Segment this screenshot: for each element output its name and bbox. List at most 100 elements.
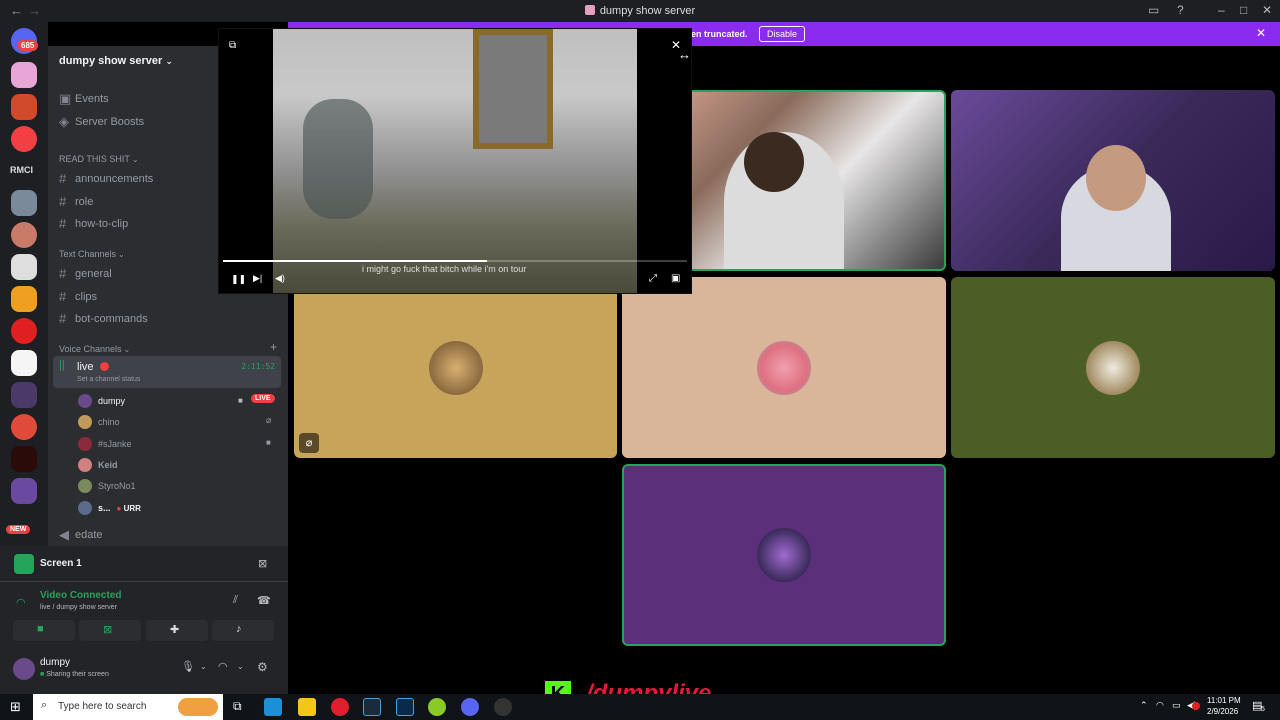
- server-icon-12[interactable]: [11, 446, 37, 472]
- chevron-down-icon[interactable]: ⌄: [200, 662, 207, 671]
- channel-bot-commands[interactable]: # bot-commands: [59, 311, 148, 326]
- minimize-icon[interactable]: –: [1218, 3, 1225, 17]
- video-tile-chino[interactable]: ⌀: [294, 277, 617, 458]
- camera-button[interactable]: ■: [13, 620, 75, 641]
- voice-user-styrono1[interactable]: StyroNo1: [78, 479, 136, 493]
- server-icon-2[interactable]: [11, 94, 37, 120]
- rotate-icon[interactable]: ⤢: [649, 273, 657, 284]
- windows-start-icon[interactable]: ⊞: [10, 699, 21, 715]
- server-icon-3[interactable]: [11, 126, 37, 152]
- voice-user-keid[interactable]: Keid: [78, 458, 118, 472]
- maximize-icon[interactable]: □: [1240, 3, 1247, 17]
- voice-user-janke[interactable]: #sJanke: [78, 437, 132, 451]
- voice-user-chino[interactable]: chino: [78, 415, 120, 429]
- server-name[interactable]: dumpy show server ⌄: [59, 55, 173, 67]
- server-rmci[interactable]: RMCI: [10, 165, 33, 175]
- server-icon-6[interactable]: [11, 254, 37, 280]
- events-item[interactable]: ▣ Events: [59, 91, 109, 107]
- server-icon-4[interactable]: [11, 190, 37, 216]
- category-read-this[interactable]: READ THIS SHIT ⌄: [59, 154, 139, 164]
- share-screen-button[interactable]: ⊠: [79, 620, 141, 641]
- server-icon-1[interactable]: [11, 62, 37, 88]
- noise-suppression-icon[interactable]: ⫽: [233, 594, 238, 607]
- voice-user-s[interactable]: s... ● URR: [78, 501, 141, 515]
- video-tile-webcam-2[interactable]: [951, 90, 1275, 271]
- server-icon-9[interactable]: [11, 350, 37, 376]
- server-boosts-item[interactable]: ◈ Server Boosts: [59, 114, 144, 130]
- popout-video-player[interactable]: ⧉ ✕ i might go fuck that bitch while i'm…: [218, 28, 692, 294]
- disconnect-icon[interactable]: ☎: [257, 594, 271, 607]
- app-icon-6[interactable]: [428, 698, 446, 716]
- screen-title: Screen 1: [40, 558, 82, 569]
- video-tile-user-3[interactable]: [951, 277, 1275, 458]
- volume-icon[interactable]: ◀): [275, 273, 285, 284]
- seek-bar[interactable]: [223, 260, 687, 262]
- user-avatar[interactable]: [13, 658, 35, 680]
- headphones-icon[interactable]: ◠: [218, 660, 228, 673]
- signal-icon: ◠: [16, 597, 26, 609]
- hash-icon: #: [59, 266, 67, 281]
- wifi-icon[interactable]: ◠: [1156, 700, 1164, 711]
- file-explorer-icon[interactable]: [298, 698, 316, 716]
- speaker-icon: ||: [59, 359, 65, 371]
- channel-status-hint[interactable]: Set a channel status: [77, 376, 140, 383]
- video-tile-user-4[interactable]: [622, 464, 946, 646]
- photoshop-icon[interactable]: [396, 698, 414, 716]
- activities-button[interactable]: ✚: [146, 620, 208, 641]
- camera-icon: ■: [266, 438, 271, 447]
- connection-status[interactable]: Video Connected: [40, 590, 122, 601]
- server-icon-7[interactable]: [11, 286, 37, 312]
- app-icon-1[interactable]: [264, 698, 282, 716]
- soundboard-button[interactable]: ♪: [212, 620, 274, 641]
- help-icon[interactable]: ?: [1177, 3, 1184, 17]
- server-icon-5[interactable]: [11, 222, 37, 248]
- screen-share-icon: [14, 554, 34, 574]
- server-icon-10[interactable]: [11, 382, 37, 408]
- channel-label: role: [75, 195, 94, 208]
- close-icon[interactable]: ✕: [1262, 3, 1272, 17]
- voice-user-name: StyroNo1: [98, 481, 136, 491]
- tray-chevron-icon[interactable]: ⌃: [1140, 700, 1148, 711]
- stop-stream-icon[interactable]: ⊠: [258, 557, 267, 570]
- server-icon-8[interactable]: [11, 318, 37, 344]
- popout-icon[interactable]: ⧉: [229, 40, 236, 51]
- server-icon-11[interactable]: [11, 414, 37, 440]
- pause-icon[interactable]: ❚❚: [231, 274, 246, 285]
- microphone-icon[interactable]: 🎙: [181, 660, 195, 673]
- taskbar-search[interactable]: ⌕ Type here to search: [33, 694, 223, 720]
- skip-next-icon[interactable]: ▶|: [253, 273, 262, 284]
- discord-icon[interactable]: [461, 698, 479, 716]
- fullscreen-icon[interactable]: ▣: [671, 273, 680, 284]
- obs-icon[interactable]: [494, 698, 512, 716]
- add-channel-icon[interactable]: +: [270, 340, 277, 354]
- new-badge: NEW: [6, 525, 31, 534]
- voice-channel-edate[interactable]: ◀ edate: [59, 527, 103, 543]
- voice-user-dumpy[interactable]: dumpy: [78, 394, 125, 408]
- divider: [0, 581, 288, 582]
- channel-announcements[interactable]: # announcements: [59, 171, 153, 186]
- subtitle-text: i might go fuck that bitch while i'm on …: [362, 264, 527, 274]
- category-text-channels[interactable]: Text Channels ⌄: [59, 249, 125, 259]
- chevron-down-icon[interactable]: ⌄: [237, 662, 244, 671]
- vegas-icon[interactable]: [363, 698, 381, 716]
- close-banner-icon[interactable]: ✕: [1256, 26, 1266, 40]
- clock-time[interactable]: 11:01 PM: [1207, 696, 1241, 705]
- hash-icon: #: [59, 289, 67, 304]
- category-voice-channels[interactable]: Voice Channels ⌄: [59, 344, 130, 354]
- server-icon-13[interactable]: [11, 478, 37, 504]
- inbox-icon[interactable]: ▭: [1148, 3, 1159, 17]
- task-view-icon[interactable]: ⧉: [233, 699, 242, 714]
- channel-general[interactable]: # general: [59, 266, 112, 281]
- opera-icon[interactable]: [331, 698, 349, 716]
- settings-gear-icon[interactable]: ⚙: [257, 660, 268, 674]
- voice-channel-live[interactable]: || live 2:11:52 Set a channel status: [53, 356, 281, 388]
- person-head: [1086, 145, 1146, 211]
- network-icon[interactable]: ▭: [1172, 700, 1181, 711]
- channel-clips[interactable]: # clips: [59, 289, 97, 304]
- channel-how-to-clip[interactable]: # how-to-clip: [59, 216, 128, 231]
- channel-role[interactable]: # role: [59, 194, 93, 209]
- video-tile-user-2[interactable]: [622, 277, 946, 458]
- activity-icon: ✚: [170, 624, 180, 636]
- clock-date[interactable]: 2/9/2026: [1207, 707, 1238, 716]
- disable-button[interactable]: Disable: [759, 26, 806, 42]
